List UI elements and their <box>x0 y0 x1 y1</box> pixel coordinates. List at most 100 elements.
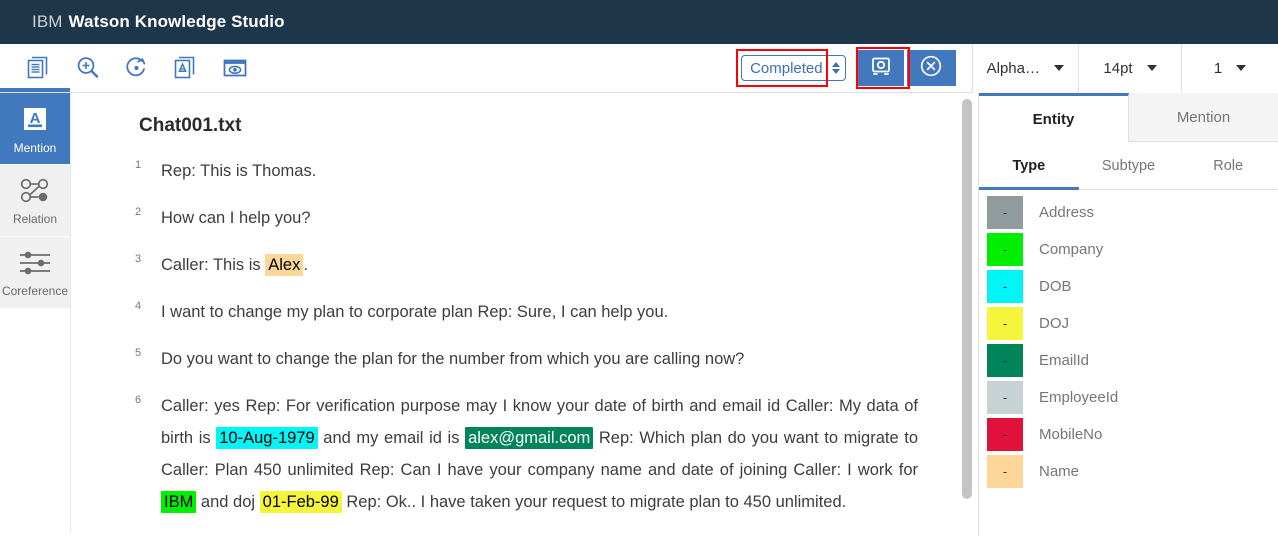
entity-type-color-swatch: - <box>987 233 1023 266</box>
document-scrollbar[interactable] <box>962 99 972 530</box>
entity-type-label: DOB <box>1039 278 1072 295</box>
document-area[interactable]: Chat001.txt 1 Rep: This is Thomas. 2 How… <box>70 93 978 533</box>
entity-type-list: - Address - Company - DOB - DOJ - EmailId - Employe… <box>979 190 1278 490</box>
line-text-post: . <box>303 256 308 274</box>
page-dropdown-value: 1 <box>1213 59 1223 77</box>
close-icon <box>919 54 943 83</box>
entity-type-label: DOJ <box>1039 315 1069 332</box>
status-select-wrap: Completed <box>736 49 846 87</box>
tab-entity[interactable]: Entity <box>979 93 1129 142</box>
entity-mention-doj[interactable]: 01-Feb-99 <box>259 491 342 513</box>
document-line[interactable]: 6 Caller: yes Rep: For verification purp… <box>135 390 918 518</box>
entity-type-color-swatch: - <box>987 455 1023 488</box>
tab-mention-label: Mention <box>1176 108 1231 126</box>
brand-name: IBM <box>32 12 63 31</box>
panel-subtab-bar: Type Subtype Role <box>979 142 1278 190</box>
entity-type-label: Company <box>1039 241 1104 258</box>
tab-type[interactable]: Type <box>979 142 1079 190</box>
dropdown-group: Alpha… 14pt 1 <box>971 43 1278 93</box>
save-icon <box>870 55 892 82</box>
save-button[interactable] <box>855 47 910 89</box>
document-line[interactable]: 4 I want to change my plan to corporate … <box>135 296 918 328</box>
document-title: Chat001.txt <box>139 115 242 136</box>
close-button[interactable] <box>907 50 956 86</box>
coreference-sliders-icon <box>17 249 53 280</box>
entity-type-row[interactable]: - MobileNo <box>979 416 1278 453</box>
sidebar-item-label: Coreference <box>1 283 69 298</box>
entity-mention-dob[interactable]: 10-Aug-1979 <box>216 427 318 449</box>
entity-type-color-swatch: - <box>987 418 1023 451</box>
entity-type-label: EmployeeId <box>1039 389 1119 406</box>
line-number: 2 <box>135 206 142 218</box>
entity-mention-company[interactable]: IBM <box>161 491 197 513</box>
sidebar-item-mention[interactable]: A Mention <box>0 93 70 165</box>
line-text-c: and my email id is <box>317 429 466 447</box>
document-line[interactable]: 2 How can I help you? <box>135 202 918 234</box>
line-number: 3 <box>135 253 142 265</box>
document-annotate-icon-button[interactable] <box>161 44 210 92</box>
document-line[interactable]: 3 Caller: This is Alex. <box>135 249 918 281</box>
zoom-in-icon <box>75 55 101 81</box>
chevron-down-icon <box>1236 65 1247 71</box>
main-body: A Mention Relation Coreference Chat001.t… <box>0 93 1278 536</box>
document-annotate-icon <box>173 55 199 81</box>
entity-type-row[interactable]: - EmailId <box>979 342 1278 379</box>
left-rail: A Mention Relation Coreference <box>0 93 70 536</box>
tab-subtype[interactable]: Subtype <box>1079 142 1179 189</box>
entity-type-row[interactable]: - Name <box>979 453 1278 490</box>
line-number: 5 <box>135 347 142 359</box>
entity-type-row[interactable]: - DOJ <box>979 305 1278 342</box>
sidebar-item-coreference[interactable]: Coreference <box>0 237 70 309</box>
line-text: How can I help you? <box>161 209 311 227</box>
document-line[interactable]: 5 Do you want to change the plan for the… <box>135 343 918 375</box>
line-text-f: Rep: Ok.. I have taken your request to m… <box>341 493 847 511</box>
toolbar-right-group: Completed Alpha… 14pt 1 <box>736 43 1278 93</box>
document-content: Chat001.txt 1 Rep: This is Thomas. 2 How… <box>71 93 978 518</box>
svg-text:A: A <box>30 110 41 127</box>
entity-type-label: EmailId <box>1039 352 1090 369</box>
entity-type-color-swatch: - <box>987 307 1023 340</box>
document-area-wrapper: Chat001.txt 1 Rep: This is Thomas. 2 How… <box>70 93 978 536</box>
entity-type-color-swatch: - <box>987 381 1023 414</box>
line-text: Rep: This is Thomas. <box>161 162 317 180</box>
tab-role[interactable]: Role <box>1178 142 1278 189</box>
blue-action-group <box>855 47 956 89</box>
scrollbar-thumb[interactable] <box>962 99 972 499</box>
sort-dropdown[interactable]: Alpha… <box>971 43 1078 93</box>
documents-icon-button[interactable] <box>14 44 63 92</box>
sidebar-item-relation[interactable]: Relation <box>0 165 70 237</box>
document-line[interactable]: 1 Rep: This is Thomas. <box>135 155 918 187</box>
undo-arrow-icon-button[interactable] <box>112 44 161 92</box>
app-title: IBM Watson Knowledge Studio <box>32 12 285 32</box>
status-select[interactable]: Completed <box>741 55 846 81</box>
right-panel: Entity Mention Type Subtype Role - Addres… <box>978 93 1278 536</box>
entity-type-label: Name <box>1039 463 1080 480</box>
page-dropdown[interactable]: 1 <box>1181 43 1278 93</box>
spinner-arrows-icon[interactable] <box>831 62 840 74</box>
panel-tab-bar: Entity Mention <box>979 93 1278 142</box>
entity-mention-emailid[interactable]: alex@gmail.com <box>465 427 594 449</box>
entity-type-row[interactable]: - Company <box>979 231 1278 268</box>
chevron-down-icon <box>1054 65 1064 71</box>
line-text-e: and doj <box>196 493 260 511</box>
font-size-dropdown[interactable]: 14pt <box>1078 43 1181 93</box>
chevron-down-icon <box>1146 65 1157 71</box>
font-size-dropdown-value: 14pt <box>1103 59 1133 77</box>
preview-eye-icon-button[interactable] <box>210 44 259 92</box>
entity-mention-name[interactable]: Alex <box>265 254 304 276</box>
entity-type-row[interactable]: - DOB <box>979 268 1278 305</box>
line-number: 4 <box>135 300 142 312</box>
entity-type-row[interactable]: - Address <box>979 194 1278 231</box>
line-number: 6 <box>135 394 142 406</box>
toolbar-active-indicator <box>0 88 70 92</box>
zoom-in-icon-button[interactable] <box>63 44 112 92</box>
tab-subtype-label: Subtype <box>1101 157 1156 174</box>
sidebar-item-label: Relation <box>12 211 58 226</box>
entity-type-row[interactable]: - EmployeeId <box>979 379 1278 416</box>
entity-type-label: MobileNo <box>1039 426 1103 443</box>
tab-mention[interactable]: Mention <box>1129 93 1278 142</box>
entity-type-color-swatch: - <box>987 196 1023 229</box>
line-number: 1 <box>135 159 142 171</box>
line-text-pre: Caller: This is <box>161 256 266 274</box>
entity-type-color-swatch: - <box>987 344 1023 377</box>
